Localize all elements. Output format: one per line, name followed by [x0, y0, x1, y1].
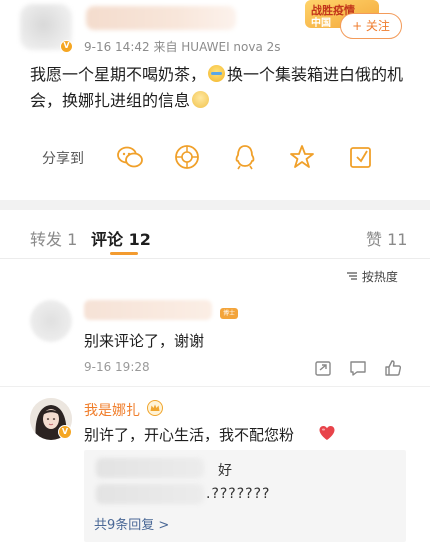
- reply-text: 好: [218, 463, 232, 479]
- follow-button[interactable]: + 关注: [340, 13, 402, 39]
- like-comment-icon[interactable]: [383, 358, 403, 378]
- crown-badge-icon: [147, 400, 163, 416]
- tab-forward[interactable]: 转发 1: [30, 226, 77, 250]
- commenter-name-redacted[interactable]: [84, 300, 212, 320]
- share-label: 分享到: [42, 151, 84, 167]
- share-to-icon[interactable]: [347, 143, 375, 171]
- promo-line-2: 中国: [311, 18, 331, 28]
- wechat-icon[interactable]: [116, 143, 144, 171]
- tab-comment[interactable]: 评论 12: [91, 226, 151, 250]
- verified-badge: V: [60, 40, 73, 53]
- praying-face-icon: [192, 91, 210, 108]
- favorite-star-icon[interactable]: [288, 143, 316, 171]
- crying-face-icon: [208, 65, 226, 82]
- reply-author-redacted: [96, 458, 204, 478]
- sort-label: 按热度: [361, 270, 398, 284]
- tab-like[interactable]: 赞 11: [366, 226, 407, 250]
- share-comment-icon[interactable]: [313, 358, 333, 378]
- reply-text: .???????: [206, 486, 271, 502]
- sort-icon: [347, 272, 357, 280]
- comment-time: 9-16 19:28: [84, 360, 150, 374]
- sort-by-hot-button[interactable]: 按热度: [346, 268, 398, 285]
- comment-text: 别许了，开心生活，我不配您粉: [84, 426, 295, 444]
- tab-divider: [0, 258, 430, 259]
- commenter-avatar[interactable]: [30, 300, 72, 342]
- author-name-redacted[interactable]: [86, 6, 236, 30]
- view-all-replies-link[interactable]: 共9条回复 >: [94, 514, 169, 533]
- verified-badge: V: [58, 425, 72, 439]
- reply-comment-icon[interactable]: [348, 358, 368, 378]
- qq-icon[interactable]: [231, 143, 259, 171]
- heart-icon: [319, 426, 335, 440]
- comment-divider: [0, 386, 430, 387]
- comment-text: 别来评论了，谢谢: [84, 332, 205, 350]
- comment-author-name[interactable]: 我是娜扎: [84, 400, 140, 420]
- moments-icon[interactable]: [173, 143, 201, 171]
- post-body: 我愿一个星期不喝奶茶， 换一个集装箱进白俄的机会，换娜扎进组的信息: [30, 62, 410, 114]
- commenter-badge: 博士: [220, 308, 238, 319]
- section-divider: [0, 200, 430, 210]
- post-text-part-1: 我愿一个星期不喝奶茶，: [30, 65, 207, 84]
- active-tab-indicator: [110, 252, 138, 255]
- post-meta: 9-16 14:42 来自 HUAWEI nova 2s: [84, 40, 281, 54]
- reply-author-redacted: [96, 484, 204, 504]
